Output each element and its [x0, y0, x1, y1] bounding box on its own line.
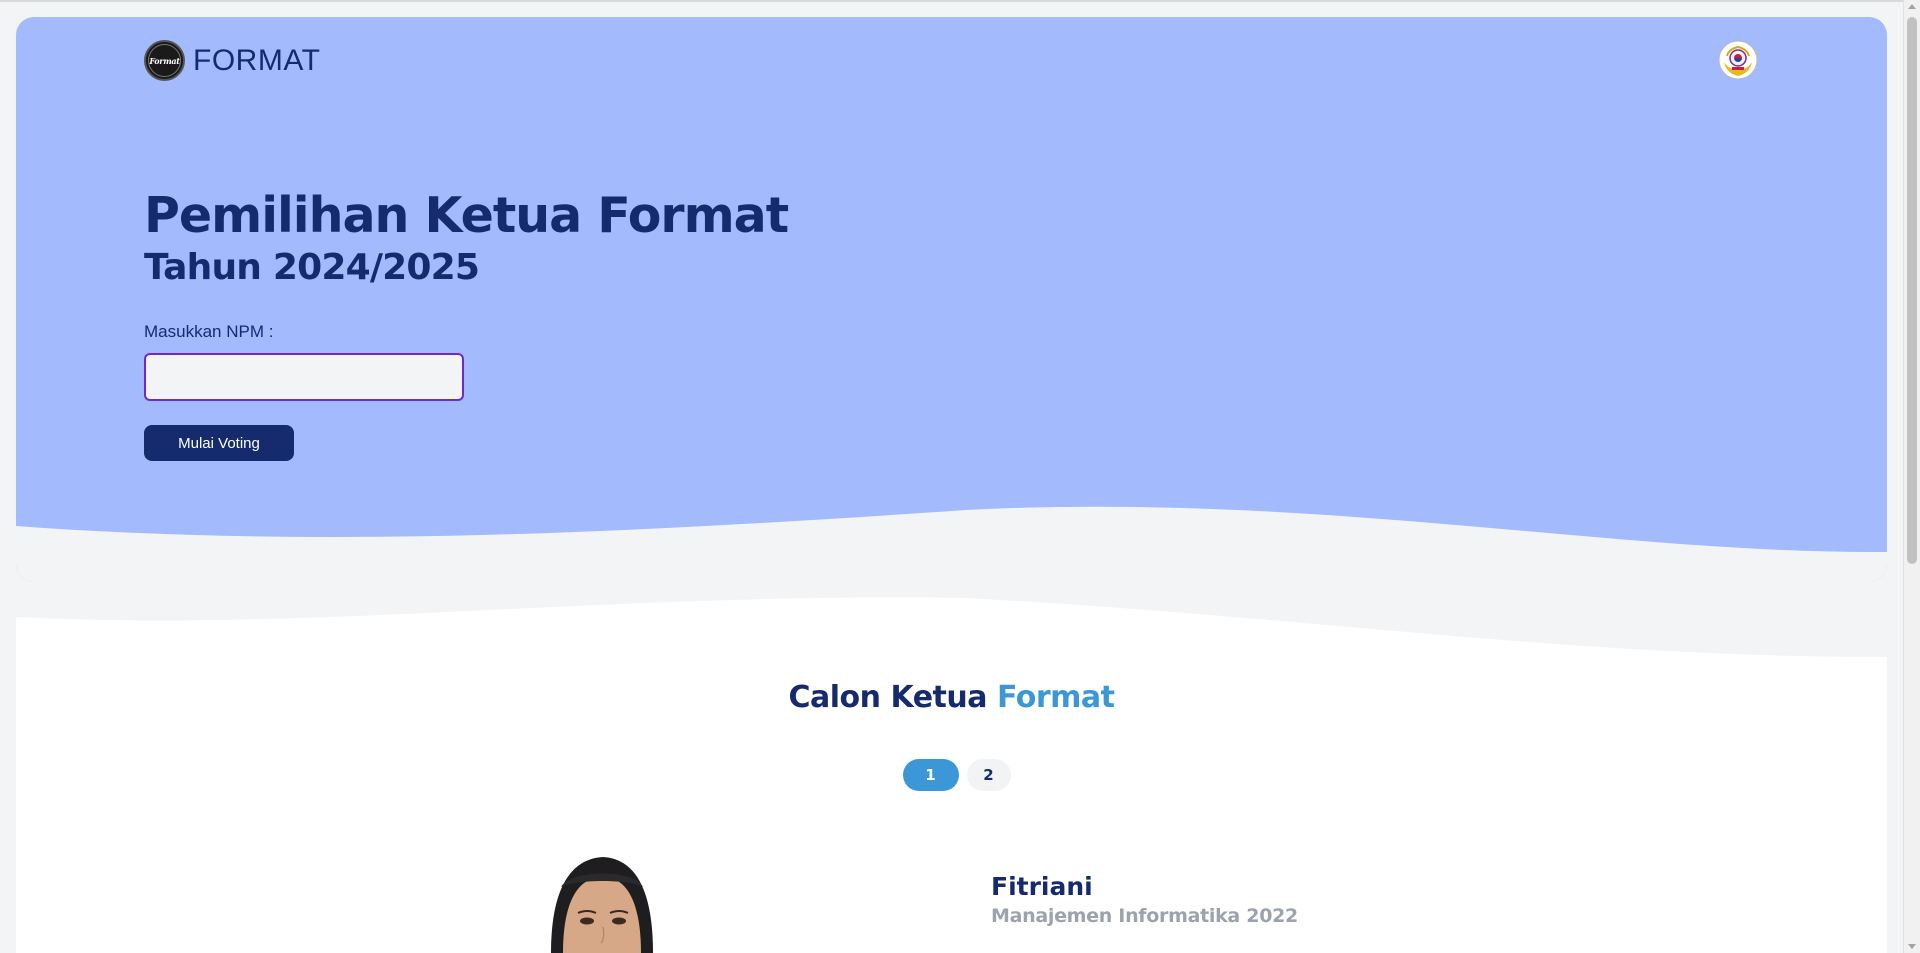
start-voting-button[interactable]: Mulai Voting — [144, 425, 294, 461]
campus-emblem-icon — [1718, 40, 1758, 80]
hero-title: Pemilihan Ketua Format — [144, 187, 789, 244]
brand-name: FORMAT — [193, 43, 321, 77]
npm-input[interactable] — [144, 353, 464, 401]
page-button-1[interactable]: 1 — [902, 759, 959, 791]
candidate-major: Manajemen Informatika 2022 — [991, 905, 1298, 927]
candidates-section: Calon Ketua Format 1 2 Fitriani Manajeme… — [16, 597, 1887, 953]
brand[interactable]: Format FORMAT — [144, 40, 320, 81]
scroll-up-icon[interactable] — [1908, 4, 1916, 9]
vertical-scrollbar[interactable] — [1903, 0, 1920, 953]
brand-logo-text: Format — [149, 55, 180, 66]
section-title-accent: Format — [996, 680, 1115, 715]
candidate-photo — [551, 857, 653, 953]
candidate-pager: 1 2 — [16, 759, 1887, 791]
page-button-2[interactable]: 2 — [966, 759, 1011, 791]
scroll-down-icon[interactable] — [1908, 944, 1916, 949]
npm-label: Masukkan NPM : — [144, 322, 274, 341]
section-title-main: Calon Ketua — [788, 680, 988, 715]
hero-wave-divider — [16, 506, 1887, 582]
scrollbar-thumb[interactable] — [1907, 17, 1917, 564]
section-wave-divider — [16, 597, 1887, 657]
hero-subtitle: Tahun 2024/2025 — [144, 247, 480, 288]
section-title: Calon Ketua Format — [16, 680, 1887, 715]
hero-section: Format FORMAT Pemilihan Ketua Format Tah… — [16, 17, 1887, 582]
candidate-name: Fitriani — [991, 872, 1093, 901]
browser-frame-edge — [0, 0, 1920, 2]
format-logo-icon: Format — [144, 40, 185, 81]
